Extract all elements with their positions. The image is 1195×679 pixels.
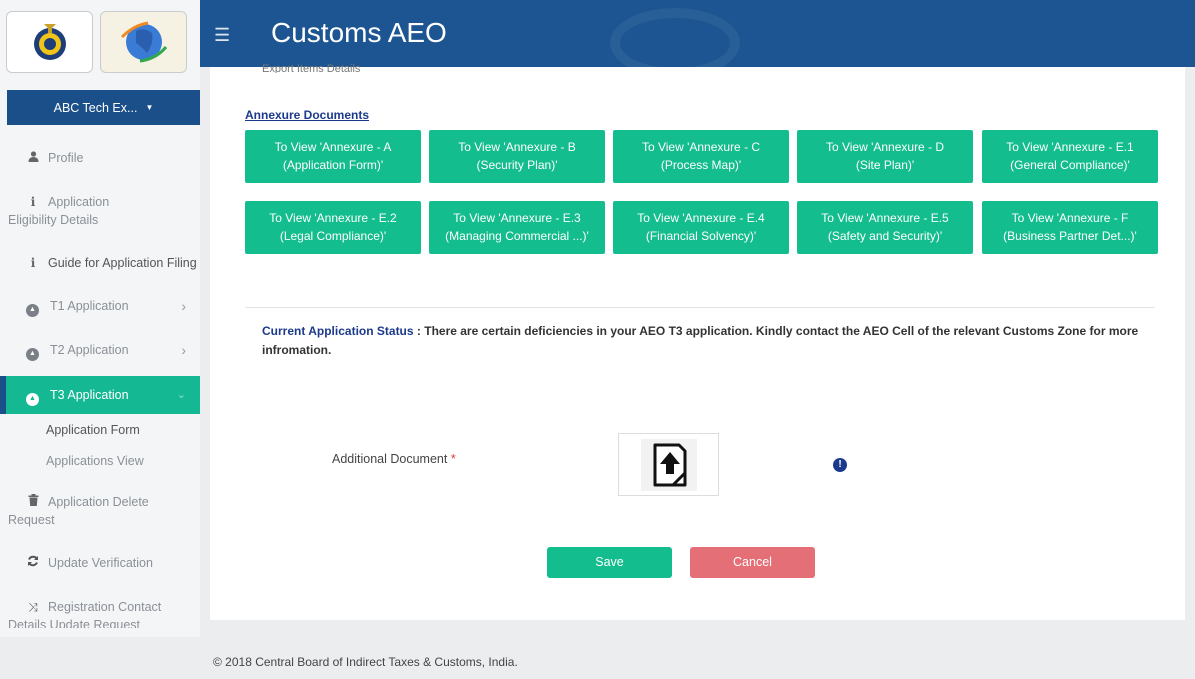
sidebar-item-update-verification[interactable]: Update Verification [0, 554, 200, 572]
sidebar-item-label: Application Delete [48, 495, 149, 509]
annexure-d-button[interactable]: To View 'Annexure - D (Site Plan)' [797, 130, 973, 183]
sidebar-item-profile[interactable]: Profile [0, 149, 200, 167]
annexure-f-button[interactable]: To View 'Annexure - F (Business Partner D… [982, 201, 1158, 254]
additional-document-label: Additional Document * [332, 452, 456, 466]
button-line: (Safety and Security)' [827, 229, 943, 243]
sidebar: ABC Tech Ex... ▼ Profile i Application El… [0, 0, 200, 637]
info-icon[interactable]: ! [833, 458, 847, 472]
sidebar-item-label-2: Eligibility Details [8, 213, 99, 227]
user-icon [26, 149, 40, 167]
button-line: (Site Plan)' [855, 158, 915, 172]
button-line: (Process Map)' [660, 158, 742, 172]
info-icon: i [30, 195, 36, 209]
sidebar-item-label-2: Details Update Request [8, 618, 141, 628]
button-line: (Application Form)' [282, 158, 384, 172]
footer-copyright: © 2018 Central Board of Indirect Taxes &… [213, 655, 518, 669]
sidebar-item-label: Update Verification [48, 556, 153, 570]
user-name: ABC Tech Ex... [53, 100, 138, 115]
caret-down-icon: ▼ [145, 103, 154, 112]
sidebar-item-label-2: Request [8, 513, 55, 527]
sidebar-item-label: T1 Application [50, 299, 129, 313]
header-decoration [610, 8, 740, 67]
sidebar-subitem-application-form[interactable]: Application Form [46, 423, 140, 437]
button-line: (Security Plan)' [476, 158, 558, 172]
trash-icon [26, 493, 40, 511]
chevron-down-icon: ⌄ [176, 389, 186, 401]
chevron-right-icon: › [181, 298, 186, 314]
info-icon: i [30, 256, 36, 270]
annexure-e5-button[interactable]: To View 'Annexure - E.5 (Safety and Secur… [797, 201, 973, 254]
sidebar-item-label: T2 Application [50, 343, 129, 357]
app-title: Customs AEO [271, 17, 447, 48]
sidebar-item-label: Profile [48, 151, 84, 165]
sidebar-item-t2[interactable]: ▲ T2 Application › [0, 341, 200, 361]
button-line: To View 'Annexure - E.5 [821, 211, 949, 225]
required-marker: * [450, 452, 456, 466]
button-line: To View 'Annexure - E.2 [269, 211, 397, 225]
chevron-right-icon: › [181, 342, 186, 358]
button-line: To View 'Annexure - D [825, 140, 945, 154]
annexure-e4-button[interactable]: To View 'Annexure - E.4 (Financial Solven… [613, 201, 789, 254]
main-panel: Export Items Details Annexure Documents … [210, 63, 1185, 620]
annexure-e2-button[interactable]: To View 'Annexure - E.2 (Legal Compliance… [245, 201, 421, 254]
button-line: (Financial Solvency)' [645, 229, 757, 243]
application-status: Current Application Status : There are c… [262, 322, 1142, 360]
user-dropdown[interactable]: ABC Tech Ex... ▼ [7, 90, 200, 125]
button-line: To View 'Annexure - E.4 [637, 211, 765, 225]
refresh-icon [26, 554, 40, 572]
sidebar-item-label: Guide for Application Filing [48, 256, 197, 270]
button-line: To View 'Annexure - A [274, 140, 392, 154]
button-line: To View 'Annexure - E.3 [453, 211, 581, 225]
sidebar-item-label: Application [48, 195, 110, 209]
save-button[interactable]: Save [547, 547, 672, 578]
annexure-e1-button[interactable]: To View 'Annexure - E.1 (General Complian… [982, 130, 1158, 183]
circle-icon: ▲ [26, 347, 39, 361]
file-upload-box[interactable] [618, 433, 719, 496]
button-line: To View 'Annexure - C [641, 140, 761, 154]
annexure-a-button[interactable]: To View 'Annexure - A (Application Form)' [245, 130, 421, 183]
sidebar-item-t1[interactable]: ▲ T1 Application › [0, 297, 200, 317]
circle-icon: ▲ [26, 392, 39, 406]
upload-file-icon [641, 439, 697, 494]
hamburger-icon[interactable]: ☰ [214, 25, 230, 46]
sidebar-subitem-applications-view[interactable]: Applications View [46, 454, 144, 468]
sidebar-item-t3[interactable]: ▲ T3 Application ⌄ [0, 376, 200, 414]
button-line: To View 'Annexure - B [458, 140, 576, 154]
sidebar-item-label: T3 Application [50, 388, 129, 402]
button-line: (Legal Compliance)' [279, 229, 387, 243]
button-line: (Business Partner Det...)' [1003, 229, 1137, 243]
button-line: (Managing Commercial ...)' [445, 229, 589, 243]
sidebar-item-guide[interactable]: i Guide for Application Filing [0, 254, 200, 272]
annexure-c-button[interactable]: To View 'Annexure - C (Process Map)' [613, 130, 789, 183]
button-line: (General Compliance)' [1010, 158, 1130, 172]
button-line: To View 'Annexure - E.1 [1006, 140, 1134, 154]
export-items-details-label: Export Items Details [262, 63, 361, 73]
annexure-e3-button[interactable]: To View 'Annexure - E.3 (Managing Commerc… [429, 201, 605, 254]
top-header: ☰ Customs AEO [200, 0, 1195, 67]
sidebar-item-label: Registration Contact [48, 600, 162, 614]
status-label: Current Application Status [262, 324, 414, 338]
button-line: To View 'Annexure - F [1011, 211, 1129, 225]
sidebar-item-eligibility[interactable]: i Application Eligibility Details [0, 193, 200, 229]
aeo-india-logo [100, 11, 187, 73]
status-separator: : [413, 324, 425, 338]
sidebar-item-registration-contact[interactable]: ⤨ Registration Contact Details Update Req… [0, 598, 200, 628]
annexure-b-button[interactable]: To View 'Annexure - B (Security Plan)' [429, 130, 605, 183]
shuffle-icon: ⤨ [28, 600, 38, 614]
circle-icon: ▲ [26, 303, 39, 317]
label-text: Additional Document [332, 452, 448, 466]
logo-row [0, 0, 200, 78]
cancel-button[interactable]: Cancel [690, 547, 815, 578]
sidebar-item-delete-request[interactable]: Application Delete Request [0, 493, 200, 529]
annexure-documents-heading[interactable]: Annexure Documents [245, 108, 369, 122]
section-divider [245, 307, 1155, 308]
cbic-emblem-logo [6, 11, 93, 73]
